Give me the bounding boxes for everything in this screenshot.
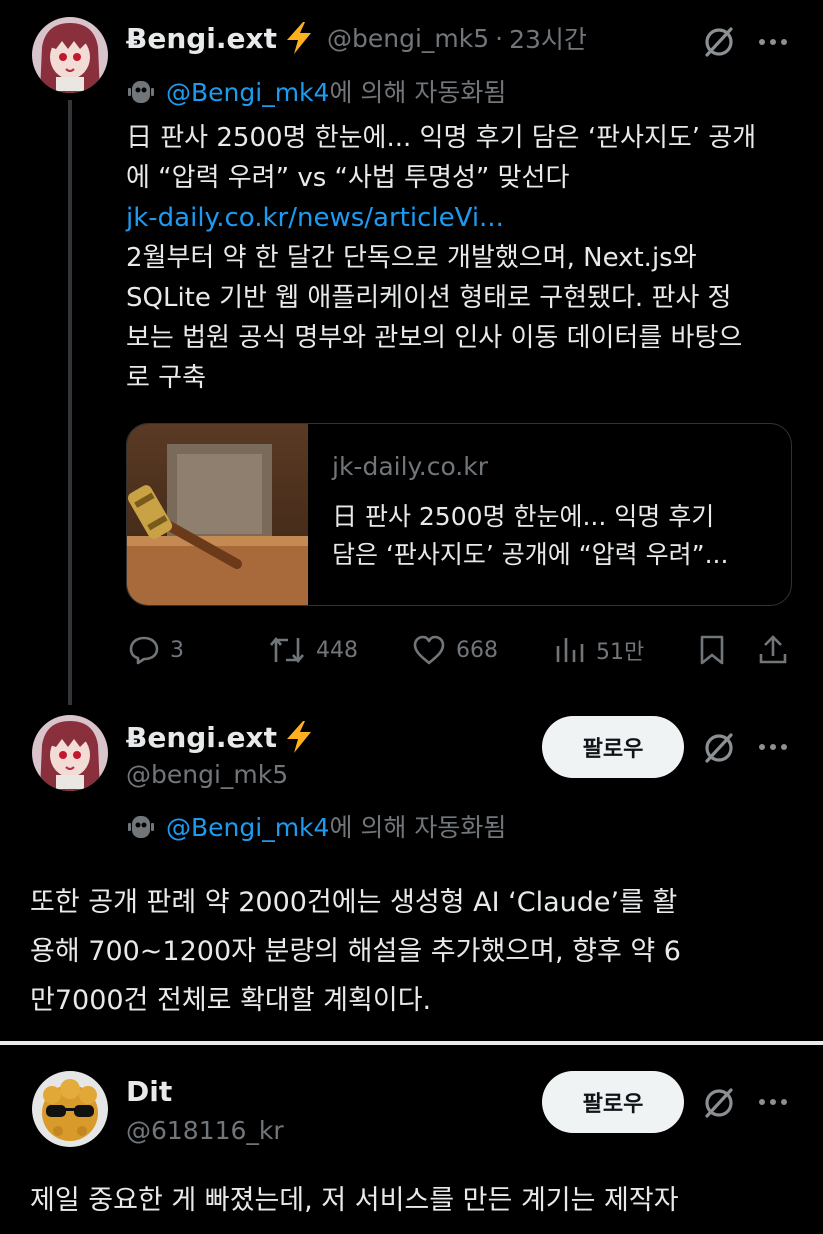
divider (0, 1041, 823, 1045)
more-dots-icon[interactable] (758, 1098, 788, 1106)
tweet-text: 제일 중요한 게 빠졌는데, 저 서비스를 만든 계기는 제작자 (30, 1176, 800, 1225)
retweet-icon (268, 634, 306, 666)
retweet-button[interactable]: 448 (268, 634, 358, 666)
lightning-icon (283, 20, 315, 56)
tweet-time[interactable]: 23시간 (509, 20, 587, 56)
slash-circle-icon[interactable] (701, 1085, 737, 1121)
card-title-line: 日 판사 2500명 한눈에... 익명 후기 (332, 502, 715, 531)
lightning-icon (283, 719, 315, 755)
author-handle[interactable]: @bengi_mk5 (126, 760, 288, 789)
like-count: 668 (456, 637, 498, 663)
author-handle[interactable]: @618116_kr (126, 1116, 284, 1145)
bot-icon (126, 811, 156, 841)
automated-suffix: 에 의해 자동화됨 (329, 78, 507, 107)
author-handle[interactable]: @bengi_mk5 (327, 24, 489, 53)
reply-button[interactable]: 3 (128, 634, 184, 666)
follow-button[interactable]: 팔로우 (542, 1071, 684, 1133)
tweet-line: 만7000건 전체로 확대할 계획이다. (30, 985, 432, 1016)
tweet-line: 제일 중요한 게 빠졌는데, 저 서비스를 만든 계기는 제작자 (30, 1185, 679, 1216)
card-title-line: 담은 ‘판사지도’ 공개에 “압력 우려”... (332, 540, 729, 569)
tweet-text: 또한 공개 판례 약 2000건에는 생성형 AI ‘Claude’를 활 용해… (30, 878, 800, 1025)
more-dots-icon[interactable] (758, 743, 788, 751)
more-dots-icon[interactable] (758, 38, 788, 46)
slash-circle-icon[interactable] (701, 24, 737, 60)
heart-icon (412, 634, 446, 666)
card-image (127, 424, 308, 605)
card-title: 日 판사 2500명 한눈에... 익명 후기 담은 ‘판사지도’ 공개에 “압… (332, 498, 782, 574)
avatar[interactable] (32, 1071, 108, 1147)
link-card[interactable]: jk-daily.co.kr 日 판사 2500명 한눈에... 익명 후기 담… (126, 423, 792, 606)
share-icon[interactable] (757, 634, 789, 666)
bookmark-icon[interactable] (698, 634, 726, 666)
tweet-line: 로 구축 (126, 363, 207, 393)
author-name[interactable]: Ƀengi.ext (126, 22, 277, 55)
automated-label: @Bengi_mk4에 의해 자동화됨 (126, 73, 506, 109)
slash-circle-icon[interactable] (701, 730, 737, 766)
reply-icon (128, 634, 160, 666)
avatar[interactable] (32, 715, 108, 791)
author-name[interactable]: Ƀengi.ext (126, 721, 277, 754)
card-domain: jk-daily.co.kr (332, 452, 489, 481)
views-count: 51만 (596, 640, 645, 665)
avatar[interactable] (32, 17, 108, 93)
tweet-line: 보는 법원 공식 명부와 관보의 인사 이동 데이터를 바탕으 (126, 323, 743, 353)
bot-icon (126, 76, 156, 106)
like-button[interactable]: 668 (412, 634, 498, 666)
follow-button[interactable]: 팔로우 (542, 716, 684, 778)
automated-by-handle[interactable]: @Bengi_mk4 (166, 813, 329, 842)
tweet-line: 2월부터 약 한 달간 단독으로 개발했으며, Next.js와 (126, 243, 697, 273)
separator-dot: · (495, 23, 504, 53)
thread-line (68, 100, 72, 705)
retweet-count: 448 (316, 637, 358, 663)
views-button[interactable]: 51만 (554, 634, 644, 666)
automated-label: @Bengi_mk4에 의해 자동화됨 (126, 808, 506, 844)
tweet-line: 日 판사 2500명 한눈에... 익명 후기 담은 ‘판사지도’ 공개 (126, 123, 757, 153)
tweet-line: SQLite 기반 웹 애플리케이션 형태로 구현됐다. 판사 정 (126, 283, 732, 313)
tweet-text: 日 판사 2500명 한눈에... 익명 후기 담은 ‘판사지도’ 공개 에 “… (126, 118, 806, 398)
article-link[interactable]: jk-daily.co.kr/news/articleVi... (126, 198, 806, 238)
tweet-header: Ƀengi.ext @bengi_mk5 · 23시간 (126, 20, 587, 56)
tweet-line: 또한 공개 판례 약 2000건에는 생성형 AI ‘Claude’를 활 (30, 887, 678, 918)
tweet-line: 에 “압력 우려” vs “사법 투명성” 맞선다 (126, 163, 570, 193)
automated-by-handle[interactable]: @Bengi_mk4 (166, 78, 329, 107)
tweet-line: 용해 700~1200자 분량의 해설을 추가했으며, 향후 약 6 (30, 936, 681, 967)
author-name[interactable]: Dit (126, 1075, 172, 1108)
views-icon (554, 634, 586, 666)
automated-suffix: 에 의해 자동화됨 (329, 813, 507, 842)
tweet-header: Ƀengi.ext (126, 719, 315, 755)
reply-count: 3 (170, 637, 184, 663)
